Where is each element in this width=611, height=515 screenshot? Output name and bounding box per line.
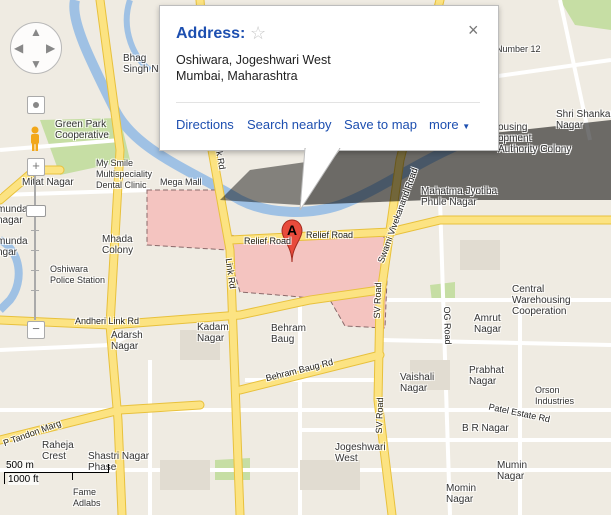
zoom-out-button[interactable]: − [27, 321, 45, 339]
zoom-tick [31, 230, 39, 231]
info-window: Address: ☆ × Oshiwara, Jogeshwari West M… [159, 5, 499, 151]
target-icon [33, 102, 39, 108]
place-label: munda nagar [0, 204, 28, 226]
divider [176, 102, 480, 103]
place-label: Mitat Nagar [22, 177, 74, 188]
directions-link[interactable]: Directions [176, 117, 234, 132]
pan-control[interactable]: ▲ ▼ ◀ ▶ [10, 22, 62, 74]
place-label: Behram Baug [271, 323, 307, 345]
road-label: SV Road [373, 397, 386, 434]
place-label: Kadam Nagar [197, 322, 229, 344]
place-label: Central Warehousing Cooperation [512, 284, 571, 317]
place-label: My Smile Multispeciality Dental Clinic [96, 158, 153, 190]
scale-bar: 500 m 1000 ft [4, 460, 114, 490]
pegman-icon [31, 126, 39, 151]
zoom-tick [31, 270, 39, 271]
more-label: more [429, 117, 459, 132]
place-label: Fame Adlabs [73, 487, 101, 508]
info-window-tail [299, 148, 341, 211]
place-label: B R Nagar [462, 423, 509, 434]
zoom-tick [31, 250, 39, 251]
zoom-tick [31, 290, 39, 291]
place-label: Mumin Nagar [497, 460, 528, 482]
place-label: Jogeshwari West [335, 442, 386, 464]
recenter-button[interactable] [27, 96, 45, 114]
place-label: Amrut Nagar [474, 313, 502, 335]
pan-up-icon[interactable]: ▲ [30, 26, 42, 38]
place-label: Mahatma Jyotiba Phule Nagar [421, 186, 498, 208]
street-view-pegman[interactable] [28, 126, 42, 152]
pan-down-icon[interactable]: ▼ [30, 58, 42, 70]
road-label: SV Road [371, 282, 384, 319]
road-label: Relief Road [306, 230, 354, 240]
scale-imperial: 1000 ft [8, 474, 39, 485]
address-line-1: Oshiwara, Jogeshwari West [176, 53, 331, 67]
place-label: Oshiwara Police Station [50, 264, 106, 285]
place-label: Mega Mall [160, 177, 202, 187]
search-nearby-link[interactable]: Search nearby [247, 117, 332, 132]
road-label: OG Road [441, 306, 454, 345]
place-label: Green Park Cooperative [55, 119, 109, 141]
place-label: Number 12 [496, 44, 541, 54]
info-window-title: Address: [176, 25, 246, 42]
road-label: Andheri Link Rd [75, 316, 140, 326]
pan-left-icon[interactable]: ◀ [14, 42, 23, 54]
place-label: Vaishali Nagar [400, 372, 435, 394]
place-label: Mhada Colony [102, 234, 134, 256]
star-icon[interactable]: ☆ [250, 23, 266, 44]
address-line-2: Mumbai, Maharashtra [176, 69, 298, 83]
place-label: munda ngar [0, 236, 28, 258]
place-label: Momin Nagar [446, 483, 477, 505]
save-to-map-link[interactable]: Save to map [344, 117, 417, 132]
zoom-slider-track[interactable] [34, 175, 36, 320]
chevron-down-icon: ▼ [462, 122, 471, 131]
pan-right-icon[interactable]: ▶ [46, 42, 55, 54]
road-label: Relief Road [244, 236, 292, 246]
place-label: Orson Industries [535, 385, 575, 406]
zoom-in-button[interactable]: + [27, 158, 45, 176]
place-label: Prabhat Nagar [469, 365, 505, 387]
close-icon[interactable]: × [468, 20, 479, 41]
place-label: Bhag Singh N [123, 53, 159, 75]
place-label: Raheja Crest [42, 440, 74, 462]
zoom-slider-handle[interactable] [26, 205, 46, 217]
place-label: Adarsh Nagar [111, 330, 143, 352]
scale-metric: 500 m [6, 460, 34, 471]
place-label: Shri Shankar Nagar [556, 109, 611, 131]
more-link[interactable]: more ▼ [429, 117, 470, 132]
